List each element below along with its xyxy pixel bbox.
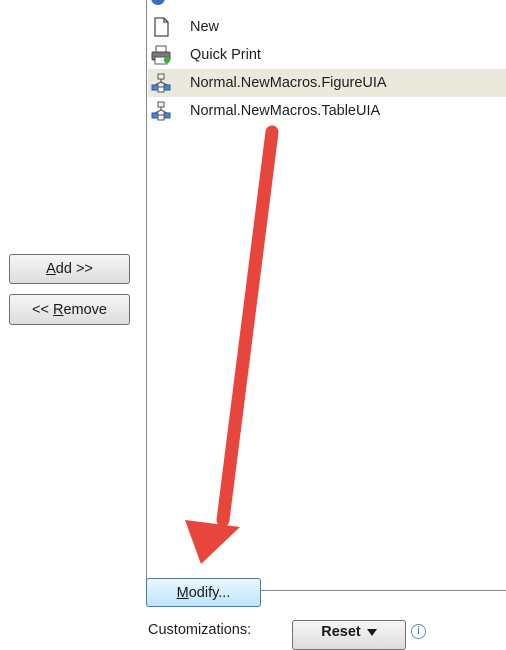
customizations-label: Customizations:	[148, 622, 252, 638]
macro-icon	[150, 100, 172, 122]
macro-icon	[150, 72, 172, 94]
commands-listbox[interactable]: New Quick Print Normal.NewMacros.FigureU…	[146, 0, 506, 591]
list-item-figureuia[interactable]: Normal.NewMacros.FigureUIA	[148, 69, 506, 97]
list-item-new[interactable]: New	[148, 13, 506, 41]
list-item-quick-print[interactable]: Quick Print	[148, 41, 506, 69]
add-label: dd >>	[55, 261, 93, 277]
list-item-tableuia[interactable]: Normal.NewMacros.TableUIA	[148, 97, 506, 125]
remove-prefix: <<	[32, 301, 53, 318]
modify-label: odify...	[188, 584, 231, 601]
partial-command-icon	[151, 0, 165, 5]
list-item-label: New	[190, 19, 220, 35]
add-mnemonic: A	[46, 261, 56, 277]
list-item-label: Normal.NewMacros.TableUIA	[190, 103, 381, 119]
remove-button[interactable]: << Remove	[9, 294, 130, 325]
modify-button[interactable]: Modify...	[146, 578, 261, 607]
printer-icon	[150, 44, 172, 66]
info-icon[interactable]: i	[411, 624, 426, 639]
remove-label: emove	[63, 301, 107, 318]
add-button[interactable]: Add >>	[9, 254, 130, 284]
modify-mnemonic: M	[176, 584, 189, 601]
list-item-label: Normal.NewMacros.FigureUIA	[190, 75, 387, 91]
reset-button[interactable]: Reset	[292, 620, 406, 650]
remove-mnemonic: R	[52, 301, 64, 318]
new-document-icon	[150, 16, 172, 38]
list-item-label: Quick Print	[190, 47, 261, 63]
